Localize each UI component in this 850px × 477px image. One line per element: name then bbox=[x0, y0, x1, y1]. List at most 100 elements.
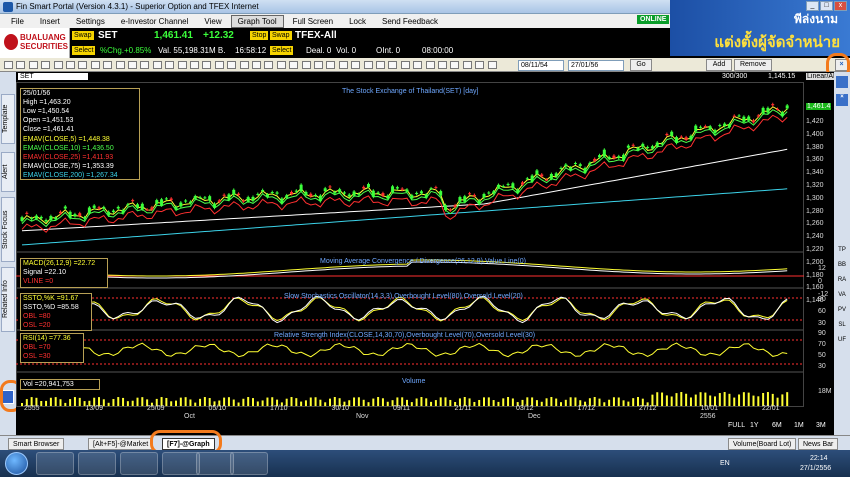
drawing-tool-icon[interactable] bbox=[128, 61, 137, 69]
chart-symbol-input[interactable]: SET bbox=[18, 73, 88, 80]
drawing-tool-icon[interactable] bbox=[4, 61, 13, 69]
drawing-tool-icon[interactable] bbox=[326, 61, 336, 69]
side-tab-template[interactable]: Template bbox=[1, 94, 15, 144]
start-button-icon[interactable] bbox=[5, 452, 28, 475]
main-chart-title: The Stock Exchange of Thailand(SET) [day… bbox=[342, 88, 479, 95]
app-icon-3[interactable] bbox=[230, 452, 268, 475]
select-button-1[interactable]: Select bbox=[72, 46, 96, 55]
drawing-tool-icon[interactable] bbox=[475, 61, 485, 69]
zoom-option[interactable]: 6M bbox=[772, 422, 782, 429]
drawing-tool-icon[interactable] bbox=[264, 61, 274, 69]
menu-lock[interactable]: Lock bbox=[342, 15, 373, 28]
drawing-tool-icon[interactable] bbox=[53, 61, 63, 69]
right-close-icon[interactable]: × bbox=[836, 94, 848, 106]
add-button[interactable]: Add bbox=[706, 59, 732, 71]
menu-send-feedback[interactable]: Send Feedback bbox=[375, 15, 445, 28]
volume-board-lot[interactable]: Volume(Board Lot) bbox=[728, 438, 797, 450]
drawing-tool-icon[interactable] bbox=[400, 61, 410, 69]
menu-graph-tool[interactable]: Graph Tool bbox=[230, 14, 284, 28]
chrome-icon[interactable] bbox=[120, 452, 158, 475]
select-button-2[interactable]: Select bbox=[270, 46, 294, 55]
drawing-tool-icon[interactable] bbox=[90, 61, 100, 69]
menu-insert[interactable]: Insert bbox=[33, 15, 67, 28]
drawing-tool-icon[interactable] bbox=[450, 61, 460, 69]
menu-file[interactable]: File bbox=[4, 15, 31, 28]
scale-mode[interactable]: Linear/All bbox=[806, 73, 838, 80]
drawing-tool-icon[interactable] bbox=[252, 61, 261, 69]
remove-button[interactable]: Remove bbox=[734, 59, 772, 71]
drawing-tool-icon[interactable] bbox=[351, 61, 361, 69]
right-tool-icon[interactable] bbox=[836, 76, 848, 88]
to-date-input[interactable]: 27/01/56 bbox=[568, 60, 624, 71]
tab-market[interactable]: [Alt+F5]-@Market bbox=[88, 438, 154, 450]
menu-settings[interactable]: Settings bbox=[69, 15, 112, 28]
right-side-item[interactable]: SL bbox=[836, 322, 848, 328]
drawing-tool-icon[interactable] bbox=[363, 61, 373, 69]
zoom-option[interactable]: 3M bbox=[816, 422, 826, 429]
swap-button-1[interactable]: Swap bbox=[72, 31, 94, 40]
candle-body bbox=[237, 193, 241, 196]
drawing-tool-icon[interactable] bbox=[227, 61, 237, 69]
drawing-tool-icon[interactable] bbox=[462, 61, 472, 69]
ie-icon[interactable] bbox=[36, 452, 74, 475]
language-indicator[interactable]: EN bbox=[720, 460, 730, 467]
drawing-tool-icon[interactable] bbox=[438, 61, 447, 69]
side-tab-alert[interactable]: Alert bbox=[1, 152, 15, 192]
drawing-tool-icon[interactable] bbox=[115, 61, 125, 69]
right-side-item[interactable]: UF bbox=[836, 337, 848, 343]
zoom-option[interactable]: FULL bbox=[728, 422, 745, 429]
right-side-item[interactable]: BB bbox=[836, 262, 848, 268]
zoom-option[interactable]: 1Y bbox=[750, 422, 759, 429]
drawing-tool-icon[interactable] bbox=[103, 61, 113, 69]
quote-symbol[interactable]: SET bbox=[98, 30, 117, 41]
drawing-tool-icon[interactable] bbox=[152, 61, 162, 69]
go-button[interactable]: Go bbox=[630, 59, 652, 71]
drawing-tool-icon[interactable] bbox=[41, 61, 51, 69]
app-icon-2[interactable] bbox=[196, 452, 234, 475]
advertisement-banner[interactable]: _ □ x พีล่งนาม แต่งตั้งผู้จัดจำหน่าย bbox=[670, 0, 850, 56]
menu-full-screen[interactable]: Full Screen bbox=[286, 15, 340, 28]
drawing-tool-icon[interactable] bbox=[66, 61, 75, 69]
chart-area[interactable]: 25/01/56 High =1,463.20 Low =1,450.54 Op… bbox=[16, 82, 804, 407]
drawing-tool-icon[interactable] bbox=[388, 61, 398, 69]
menu-view[interactable]: View bbox=[197, 15, 228, 28]
zoom-option[interactable]: 1M bbox=[794, 422, 804, 429]
drawing-tool-icon[interactable] bbox=[413, 61, 423, 69]
drawing-tool-icon[interactable] bbox=[276, 61, 286, 69]
clock-date[interactable]: 27/1/2556 bbox=[800, 465, 831, 472]
drawing-tool-icon[interactable] bbox=[301, 61, 311, 69]
side-tab-related-info[interactable]: Related Info bbox=[1, 267, 15, 332]
drawing-tool-icon[interactable] bbox=[78, 61, 88, 69]
news-bar-button[interactable]: News Bar bbox=[798, 438, 839, 450]
clock-time[interactable]: 22:14 bbox=[810, 455, 828, 462]
drawing-tool-icon[interactable] bbox=[214, 61, 224, 69]
drawing-tool-icon[interactable] bbox=[338, 61, 348, 69]
right-side-item[interactable]: TP bbox=[836, 247, 848, 253]
right-side-item[interactable]: PV bbox=[836, 307, 848, 313]
drawing-tool-icon[interactable] bbox=[28, 61, 38, 69]
app-icon-1[interactable] bbox=[162, 452, 200, 475]
volume-bar bbox=[290, 397, 293, 406]
menu-e-investor-channel[interactable]: e-Investor Channel bbox=[114, 15, 196, 28]
drawing-tool-icon[interactable] bbox=[202, 61, 212, 69]
swap-button-2[interactable]: Swap bbox=[270, 31, 292, 40]
drawing-tool-icon[interactable] bbox=[376, 61, 385, 69]
side-tab-stock-focus[interactable]: Stock Focus bbox=[1, 197, 15, 262]
drawing-tool-icon[interactable] bbox=[140, 61, 150, 69]
drawing-tool-icon[interactable] bbox=[289, 61, 299, 69]
explorer-icon[interactable] bbox=[78, 452, 116, 475]
tfex-symbol[interactable]: TFEX-All bbox=[295, 30, 337, 41]
drawing-tool-icon[interactable] bbox=[177, 61, 187, 69]
right-side-item[interactable]: RA bbox=[836, 277, 848, 283]
right-side-item[interactable]: VA bbox=[836, 292, 848, 298]
tab-smart-browser[interactable]: Smart Browser bbox=[8, 438, 65, 450]
drawing-tool-icon[interactable] bbox=[16, 61, 26, 69]
drawing-tool-icon[interactable] bbox=[165, 61, 175, 69]
drawing-tool-icon[interactable] bbox=[314, 61, 323, 69]
drawing-tool-icon[interactable] bbox=[239, 61, 249, 69]
stop-button[interactable]: Stop bbox=[250, 31, 269, 40]
drawing-tool-icon[interactable] bbox=[425, 61, 435, 69]
drawing-tool-icon[interactable] bbox=[190, 61, 199, 69]
from-date-input[interactable]: 08/11/54 bbox=[518, 60, 564, 71]
drawing-tool-icon[interactable] bbox=[487, 61, 497, 69]
